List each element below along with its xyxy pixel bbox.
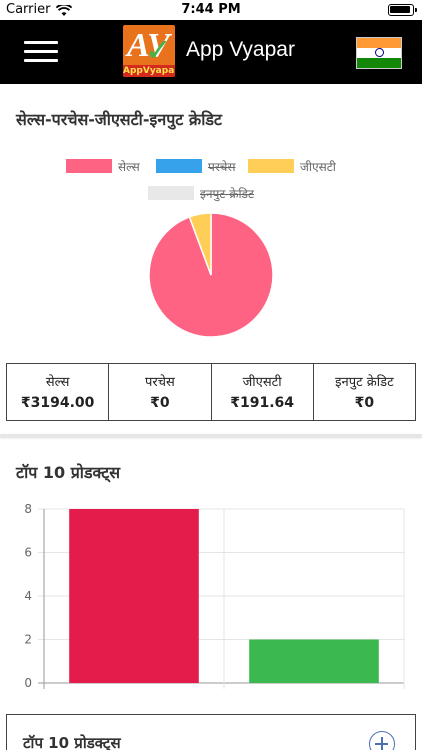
- india-flag-icon[interactable]: [356, 37, 402, 69]
- add-icon[interactable]: [369, 731, 395, 750]
- legend-item-input-credit[interactable]: इनपुट क्रेडिट: [148, 183, 278, 203]
- summary-table: सेल्स ₹3194.00 परचेस ₹0 जीएसटी ₹191.64 इ…: [6, 363, 416, 421]
- status-bar: Carrier 7:44 PM: [0, 0, 422, 20]
- summary-cell-purchase: परचेस ₹0: [109, 364, 212, 420]
- summary-value-input-credit: ₹0: [354, 395, 375, 411]
- y-tick-label: 0: [24, 676, 32, 690]
- legend-swatch-purchase: [156, 159, 202, 173]
- top-products-title: टॉप 10 प्रोडक्ट्स: [16, 463, 121, 482]
- y-tick-label: 8: [24, 502, 32, 516]
- pie-legend: सेल्स परचेस जीएसटी इनपुट क्रेडिट: [0, 156, 422, 206]
- logo-check-icon: ✓: [145, 31, 172, 69]
- battery-icon: [388, 4, 417, 16]
- logo-text: AppVyapar: [123, 65, 175, 77]
- summary-label-input-credit: इनपुट क्रेडिट: [335, 375, 394, 390]
- app-logo: AV ✓ AppVyapar: [123, 25, 175, 77]
- legend-label-purchase: परचेस: [208, 160, 236, 174]
- clock: 7:44 PM: [181, 2, 241, 17]
- legend-item-sales[interactable]: सेल्स: [66, 156, 156, 176]
- legend-label-gst: जीएसटी: [300, 160, 336, 174]
- summary-cell-gst: जीएसटी ₹191.64: [212, 364, 314, 420]
- y-tick-label: 4: [24, 589, 32, 603]
- summary-value-gst: ₹191.64: [230, 395, 294, 411]
- top-products-card-title: टॉप 10 प्रोडक्ट्स: [23, 734, 121, 750]
- app-header: AV ✓ AppVyapar App Vyapar: [0, 20, 422, 84]
- top-products-bar-chart: 0 2 4 6 8: [0, 495, 422, 695]
- y-tick-label: 6: [24, 546, 32, 560]
- bar-0[interactable]: [69, 509, 199, 683]
- summary-label-sales: सेल्स: [45, 375, 70, 390]
- bar-1[interactable]: [249, 639, 379, 684]
- app-title: App Vyapar: [186, 38, 295, 61]
- summary-cell-input-credit: इनपुट क्रेडिट ₹0: [314, 364, 415, 420]
- pie-chart: [148, 212, 274, 338]
- section-divider: [0, 434, 422, 437]
- legend-swatch-input-credit: [148, 186, 194, 200]
- legend-item-gst[interactable]: जीएसटी: [248, 156, 358, 176]
- summary-cell-sales: सेल्स ₹3194.00: [7, 364, 110, 420]
- legend-label-input-credit: इनपुट क्रेडिट: [200, 187, 255, 201]
- legend-label-sales: सेल्स: [118, 160, 140, 174]
- menu-icon[interactable]: [24, 40, 58, 64]
- top-products-card: टॉप 10 प्रोडक्ट्स: [6, 714, 416, 750]
- legend-item-purchase[interactable]: परचेस: [156, 156, 248, 176]
- summary-value-purchase: ₹0: [150, 395, 170, 411]
- summary-value-sales: ₹3194.00: [20, 395, 95, 411]
- y-tick-label: 2: [24, 633, 32, 647]
- summary-label-purchase: परचेस: [145, 375, 175, 390]
- legend-swatch-gst: [248, 159, 294, 173]
- legend-swatch-sales: [66, 159, 112, 173]
- summary-label-gst: जीएसटी: [242, 375, 282, 390]
- summary-section-title: सेल्स-परचेस-जीएसटी-इनपुट क्रेडिट: [16, 110, 222, 129]
